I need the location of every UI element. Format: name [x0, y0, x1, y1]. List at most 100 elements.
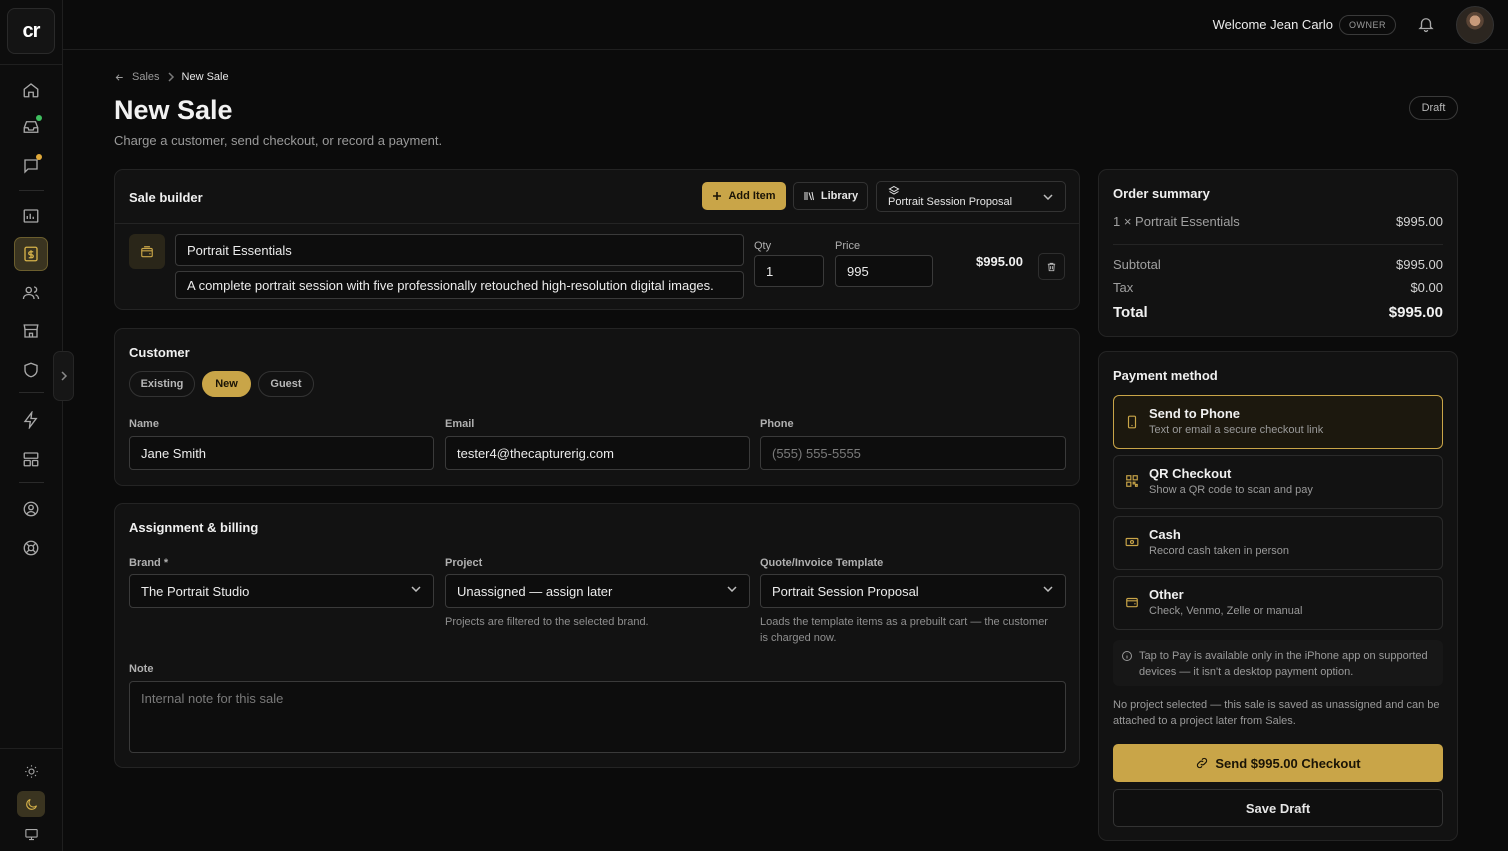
qty-input[interactable]: 1: [754, 255, 824, 287]
tax-value: $0.00: [1410, 280, 1443, 295]
payment-option-title: Other: [1149, 587, 1184, 602]
template-select[interactable]: Portrait Session Proposal: [876, 181, 1066, 212]
arrow-left-icon[interactable]: [114, 72, 125, 83]
nav-store-icon[interactable]: [14, 314, 48, 348]
library-button[interactable]: Library: [793, 182, 868, 210]
chevron-down-icon: [411, 586, 421, 592]
library-label: Library: [820, 190, 859, 202]
payment-option-title: Cash: [1149, 527, 1181, 542]
customer-tab-existing[interactable]: Existing: [129, 371, 195, 397]
user-avatar[interactable]: [1456, 6, 1494, 44]
page-subtitle: Charge a customer, send checkout, or rec…: [114, 133, 443, 148]
summary-line-item: 1 × Portrait Essentials $995.00: [1113, 214, 1443, 229]
tap-to-pay-text: Tap to Pay is available only in the iPho…: [1139, 650, 1428, 678]
save-draft-button[interactable]: Save Draft: [1113, 789, 1443, 827]
nav-layouts-icon[interactable]: [14, 442, 48, 476]
project-select[interactable]: Unassigned — assign later: [445, 574, 750, 608]
page-title: New Sale: [114, 95, 233, 125]
total-label: Total: [1113, 304, 1148, 321]
breadcrumb-current: New Sale: [181, 71, 229, 83]
nav-support-icon[interactable]: [14, 531, 48, 565]
nav-account-icon[interactable]: [14, 492, 48, 526]
template-help-text: Loads the template items as a prebuilt c…: [760, 616, 1048, 644]
name-input[interactable]: Jane Smith: [129, 436, 434, 470]
price-label: Price: [835, 240, 861, 252]
sale-builder-card: Sale builder Add Item Library Portrait S…: [114, 169, 1080, 310]
note-textarea[interactable]: Internal note for this sale: [129, 681, 1066, 753]
invoice-template-value: Portrait Session Proposal: [772, 583, 919, 599]
breadcrumb-sales-link[interactable]: Sales: [132, 71, 160, 83]
payment-option-subtitle: Text or email a secure checkout link: [1149, 424, 1324, 436]
link-icon: [1197, 757, 1208, 769]
email-label: Email: [445, 418, 475, 430]
breadcrumb: Sales New Sale: [114, 71, 229, 83]
nav-home-icon[interactable]: [14, 73, 48, 107]
project-note-text: No project selected — this sale is saved…: [1113, 699, 1440, 727]
customer-card: Customer Existing New Guest Name Jane Sm…: [114, 328, 1080, 486]
messages-notification-dot: [36, 154, 42, 160]
nav-security-icon[interactable]: [14, 353, 48, 387]
price-input[interactable]: 995: [835, 255, 933, 287]
inbox-notification-dot: [36, 115, 42, 121]
send-checkout-button[interactable]: Send $995.00 Checkout: [1113, 744, 1443, 782]
card-divider: [115, 223, 1079, 224]
summary-divider: [1113, 244, 1443, 245]
customer-tab-guest[interactable]: Guest: [258, 371, 314, 397]
payment-option-cash[interactable]: Cash Record cash taken in person: [1113, 516, 1443, 570]
system-theme-monitor-icon[interactable]: [17, 821, 45, 847]
nav-messages-icon[interactable]: [14, 149, 48, 183]
chevron-down-icon: [1043, 194, 1053, 200]
payment-method-card: Payment method Send to Phone Text or ema…: [1098, 351, 1458, 841]
nav-clients-icon[interactable]: [14, 276, 48, 310]
role-badge: OWNER: [1339, 15, 1396, 35]
notifications-bell-icon[interactable]: [1417, 15, 1435, 33]
nav-separator: [19, 482, 44, 483]
send-checkout-label: Send $995.00 Checkout: [1215, 755, 1361, 771]
brand-select[interactable]: The Portrait Studio: [129, 574, 434, 608]
chevron-right-icon: [60, 371, 67, 381]
nav-gallery-icon[interactable]: [14, 199, 48, 233]
payment-method-title: Payment method: [1113, 368, 1218, 383]
payment-option-qr-checkout[interactable]: QR Checkout Show a QR code to scan and p…: [1113, 455, 1443, 509]
item-wallet-icon: [129, 234, 165, 269]
order-summary-card: Order summary 1 × Portrait Essentials $9…: [1098, 169, 1458, 337]
name-label: Name: [129, 418, 159, 430]
payment-option-other[interactable]: Other Check, Venmo, Zelle or manual: [1113, 576, 1443, 630]
invoice-template-select[interactable]: Portrait Session Proposal: [760, 574, 1066, 608]
add-item-button[interactable]: Add Item: [702, 182, 786, 210]
nav-sales-icon[interactable]: [14, 237, 48, 271]
delete-item-trash-icon[interactable]: [1038, 253, 1065, 280]
project-label: Project: [445, 557, 483, 569]
app-logo[interactable]: cr: [7, 8, 55, 54]
payment-option-title: QR Checkout: [1149, 466, 1232, 481]
dark-theme-moon-icon[interactable]: [17, 791, 45, 817]
payment-option-send-to-phone[interactable]: Send to Phone Text or email a secure che…: [1113, 395, 1443, 449]
email-input[interactable]: tester4@thecapturerig.com: [445, 436, 750, 470]
payment-option-title: Send to Phone: [1149, 406, 1240, 421]
customer-tab-new[interactable]: New: [202, 371, 251, 397]
assignment-card: Assignment & billing Brand * The Portrai…: [114, 503, 1080, 768]
add-item-label: Add Item: [728, 190, 776, 202]
phone-input[interactable]: (555) 555-5555: [760, 436, 1066, 470]
cash-icon: [1125, 537, 1139, 547]
item-name-input[interactable]: Portrait Essentials: [175, 234, 744, 266]
template-label: Quote/Invoice Template: [760, 557, 884, 569]
summary-subtotal-row: Subtotal $995.00: [1113, 257, 1443, 272]
sidebar-divider: [0, 748, 63, 749]
sale-builder-title: Sale builder: [129, 190, 203, 205]
nav-automations-icon[interactable]: [14, 403, 48, 437]
item-description-input[interactable]: A complete portrait session with five pr…: [175, 271, 744, 299]
nav-separator: [19, 190, 44, 191]
summary-line-label: 1 × Portrait Essentials: [1113, 214, 1240, 229]
template-select-value: Portrait Session Proposal: [888, 196, 1013, 208]
status-badge: Draft: [1409, 96, 1458, 120]
wallet-icon: [1126, 597, 1138, 608]
line-total: $995.00: [976, 254, 1023, 269]
note-label: Note: [129, 663, 154, 675]
sidebar-collapse-toggle[interactable]: [53, 351, 74, 401]
nav-inbox-icon[interactable]: [14, 110, 48, 144]
theme-switcher: [7, 755, 55, 851]
order-summary-title: Order summary: [1113, 186, 1210, 201]
light-theme-sun-icon[interactable]: [17, 758, 45, 784]
topbar: Welcome Jean Carlo OWNER: [63, 0, 1508, 50]
